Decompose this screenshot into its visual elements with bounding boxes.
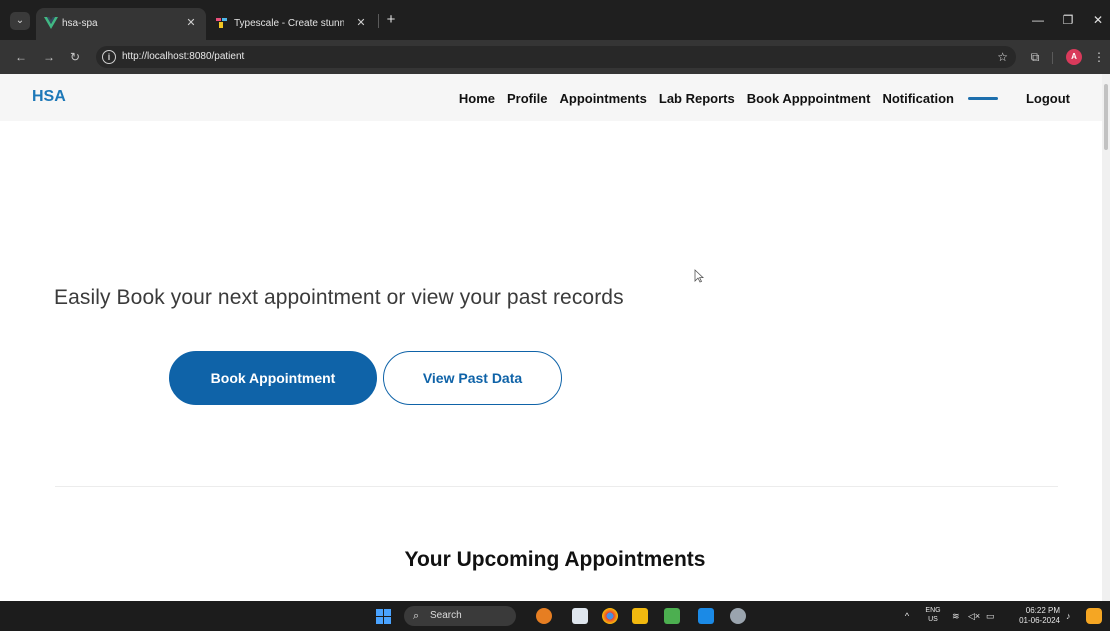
mouse-pointer-icon xyxy=(694,269,704,283)
file-explorer-icon[interactable] xyxy=(632,608,648,624)
hero-text: Easily Book your next appointment or vie… xyxy=(54,286,624,309)
profile-avatar[interactable]: A xyxy=(1066,49,1082,65)
close-window-icon[interactable]: ✕ xyxy=(1086,10,1110,30)
chrome-app-icon[interactable] xyxy=(602,608,618,624)
windows-start-icon[interactable] xyxy=(376,609,392,625)
new-tab-button[interactable]: + xyxy=(382,11,400,29)
reload-icon[interactable]: ↻ xyxy=(66,48,84,66)
tab-close-icon[interactable]: ✕ xyxy=(354,16,368,30)
tab-title: hsa-spa xyxy=(62,18,98,29)
lang-region: US xyxy=(928,616,938,623)
clock-time: 06:22 PM xyxy=(1025,606,1060,615)
taskbar-search[interactable]: ⌕ Search xyxy=(404,606,516,626)
tab-separator xyxy=(378,14,379,28)
battery-icon[interactable]: ▭ xyxy=(986,601,998,631)
tray-chevron-icon[interactable]: ^ xyxy=(900,601,914,631)
forward-arrow-icon[interactable]: → xyxy=(40,48,58,66)
nav-home[interactable]: Home xyxy=(459,91,495,106)
copilot-icon[interactable] xyxy=(1086,608,1102,624)
search-icon: ⌕ xyxy=(413,610,420,622)
restore-icon[interactable]: ❐ xyxy=(1056,10,1080,30)
lang-code: ENG xyxy=(925,607,941,614)
browser-tab-strip: ⌄ hsa-spa ✕ Typescale - Create stunning … xyxy=(0,0,1110,40)
volume-icon[interactable]: ◁× xyxy=(968,601,982,631)
brand-logo[interactable]: HSA xyxy=(32,88,66,106)
widgets-app-icon[interactable] xyxy=(536,608,552,624)
tab-search-menu-button[interactable]: ⌄ xyxy=(10,12,30,30)
upcoming-appointments-heading: Your Upcoming Appointments xyxy=(404,548,706,571)
extensions-icon[interactable]: ⧉ xyxy=(1026,48,1044,66)
nav-profile[interactable]: Profile xyxy=(507,91,547,106)
bookmark-star-icon[interactable]: ☆ xyxy=(997,49,1008,65)
taskbar: ⌕ Search ^ ENG US ≋ ◁× ▭ 06:22 PM 01-06-… xyxy=(0,601,1110,631)
nav-links: Home Profile Appointments Lab Reports Bo… xyxy=(459,89,1070,107)
tab-title: Typescale - Create stunning typ xyxy=(234,18,344,29)
page-viewport: HSA Home Profile Appointments Lab Report… xyxy=(0,74,1110,601)
task-view-icon[interactable] xyxy=(572,608,588,624)
tab-close-icon[interactable]: ✕ xyxy=(184,16,198,30)
minimize-icon[interactable]: — xyxy=(1026,10,1050,30)
language-indicator[interactable]: ENG US xyxy=(922,606,944,624)
browser-toolbar: ← → ↻ i http://localhost:8080/patient ☆ … xyxy=(0,40,1110,74)
nav-active-indicator xyxy=(967,96,998,100)
site-info-icon[interactable]: i xyxy=(102,50,116,64)
nav-book-appointment[interactable]: Book Apppointment xyxy=(747,91,871,106)
settings-app-icon[interactable] xyxy=(730,608,746,624)
nav-lab-reports[interactable]: Lab Reports xyxy=(659,91,735,106)
back-arrow-icon[interactable]: ← xyxy=(12,48,30,66)
nav-logout[interactable]: Logout xyxy=(1026,91,1070,106)
nav-notification[interactable]: Notification xyxy=(882,91,954,106)
taskbar-clock[interactable]: 06:22 PM 01-06-2024 xyxy=(1006,606,1060,626)
screen: ⌄ hsa-spa ✕ Typescale - Create stunning … xyxy=(0,0,1110,631)
address-url[interactable]: http://localhost:8080/patient xyxy=(122,51,244,62)
toolbar-separator xyxy=(1052,52,1053,64)
vscode-app-icon[interactable] xyxy=(698,608,714,624)
page-scrollbar-thumb[interactable] xyxy=(1104,84,1108,150)
view-past-data-button[interactable]: View Past Data xyxy=(383,351,562,405)
nav-appointments[interactable]: Appointments xyxy=(559,91,646,106)
photos-app-icon[interactable] xyxy=(664,608,680,624)
app-navbar: HSA Home Profile Appointments Lab Report… xyxy=(0,74,1102,121)
page-scrollbar[interactable] xyxy=(1102,74,1110,601)
section-divider xyxy=(55,486,1058,487)
notification-bell-icon[interactable]: ♪ xyxy=(1066,601,1078,631)
vue-logo-icon xyxy=(44,17,58,31)
wifi-icon[interactable]: ≋ xyxy=(952,601,964,631)
tab-hsa-spa[interactable]: hsa-spa ✕ xyxy=(36,8,206,40)
browser-menu-icon[interactable]: ⋮ xyxy=(1090,48,1108,66)
clock-date: 01-06-2024 xyxy=(1019,616,1060,625)
address-bar[interactable]: i http://localhost:8080/patient ☆ xyxy=(96,46,1016,68)
tab-typescale[interactable]: Typescale - Create stunning typ ✕ xyxy=(208,8,376,40)
typescale-favicon-icon xyxy=(216,17,230,31)
book-appointment-button[interactable]: Book Appointment xyxy=(169,351,377,405)
taskbar-search-label: Search xyxy=(430,610,462,621)
